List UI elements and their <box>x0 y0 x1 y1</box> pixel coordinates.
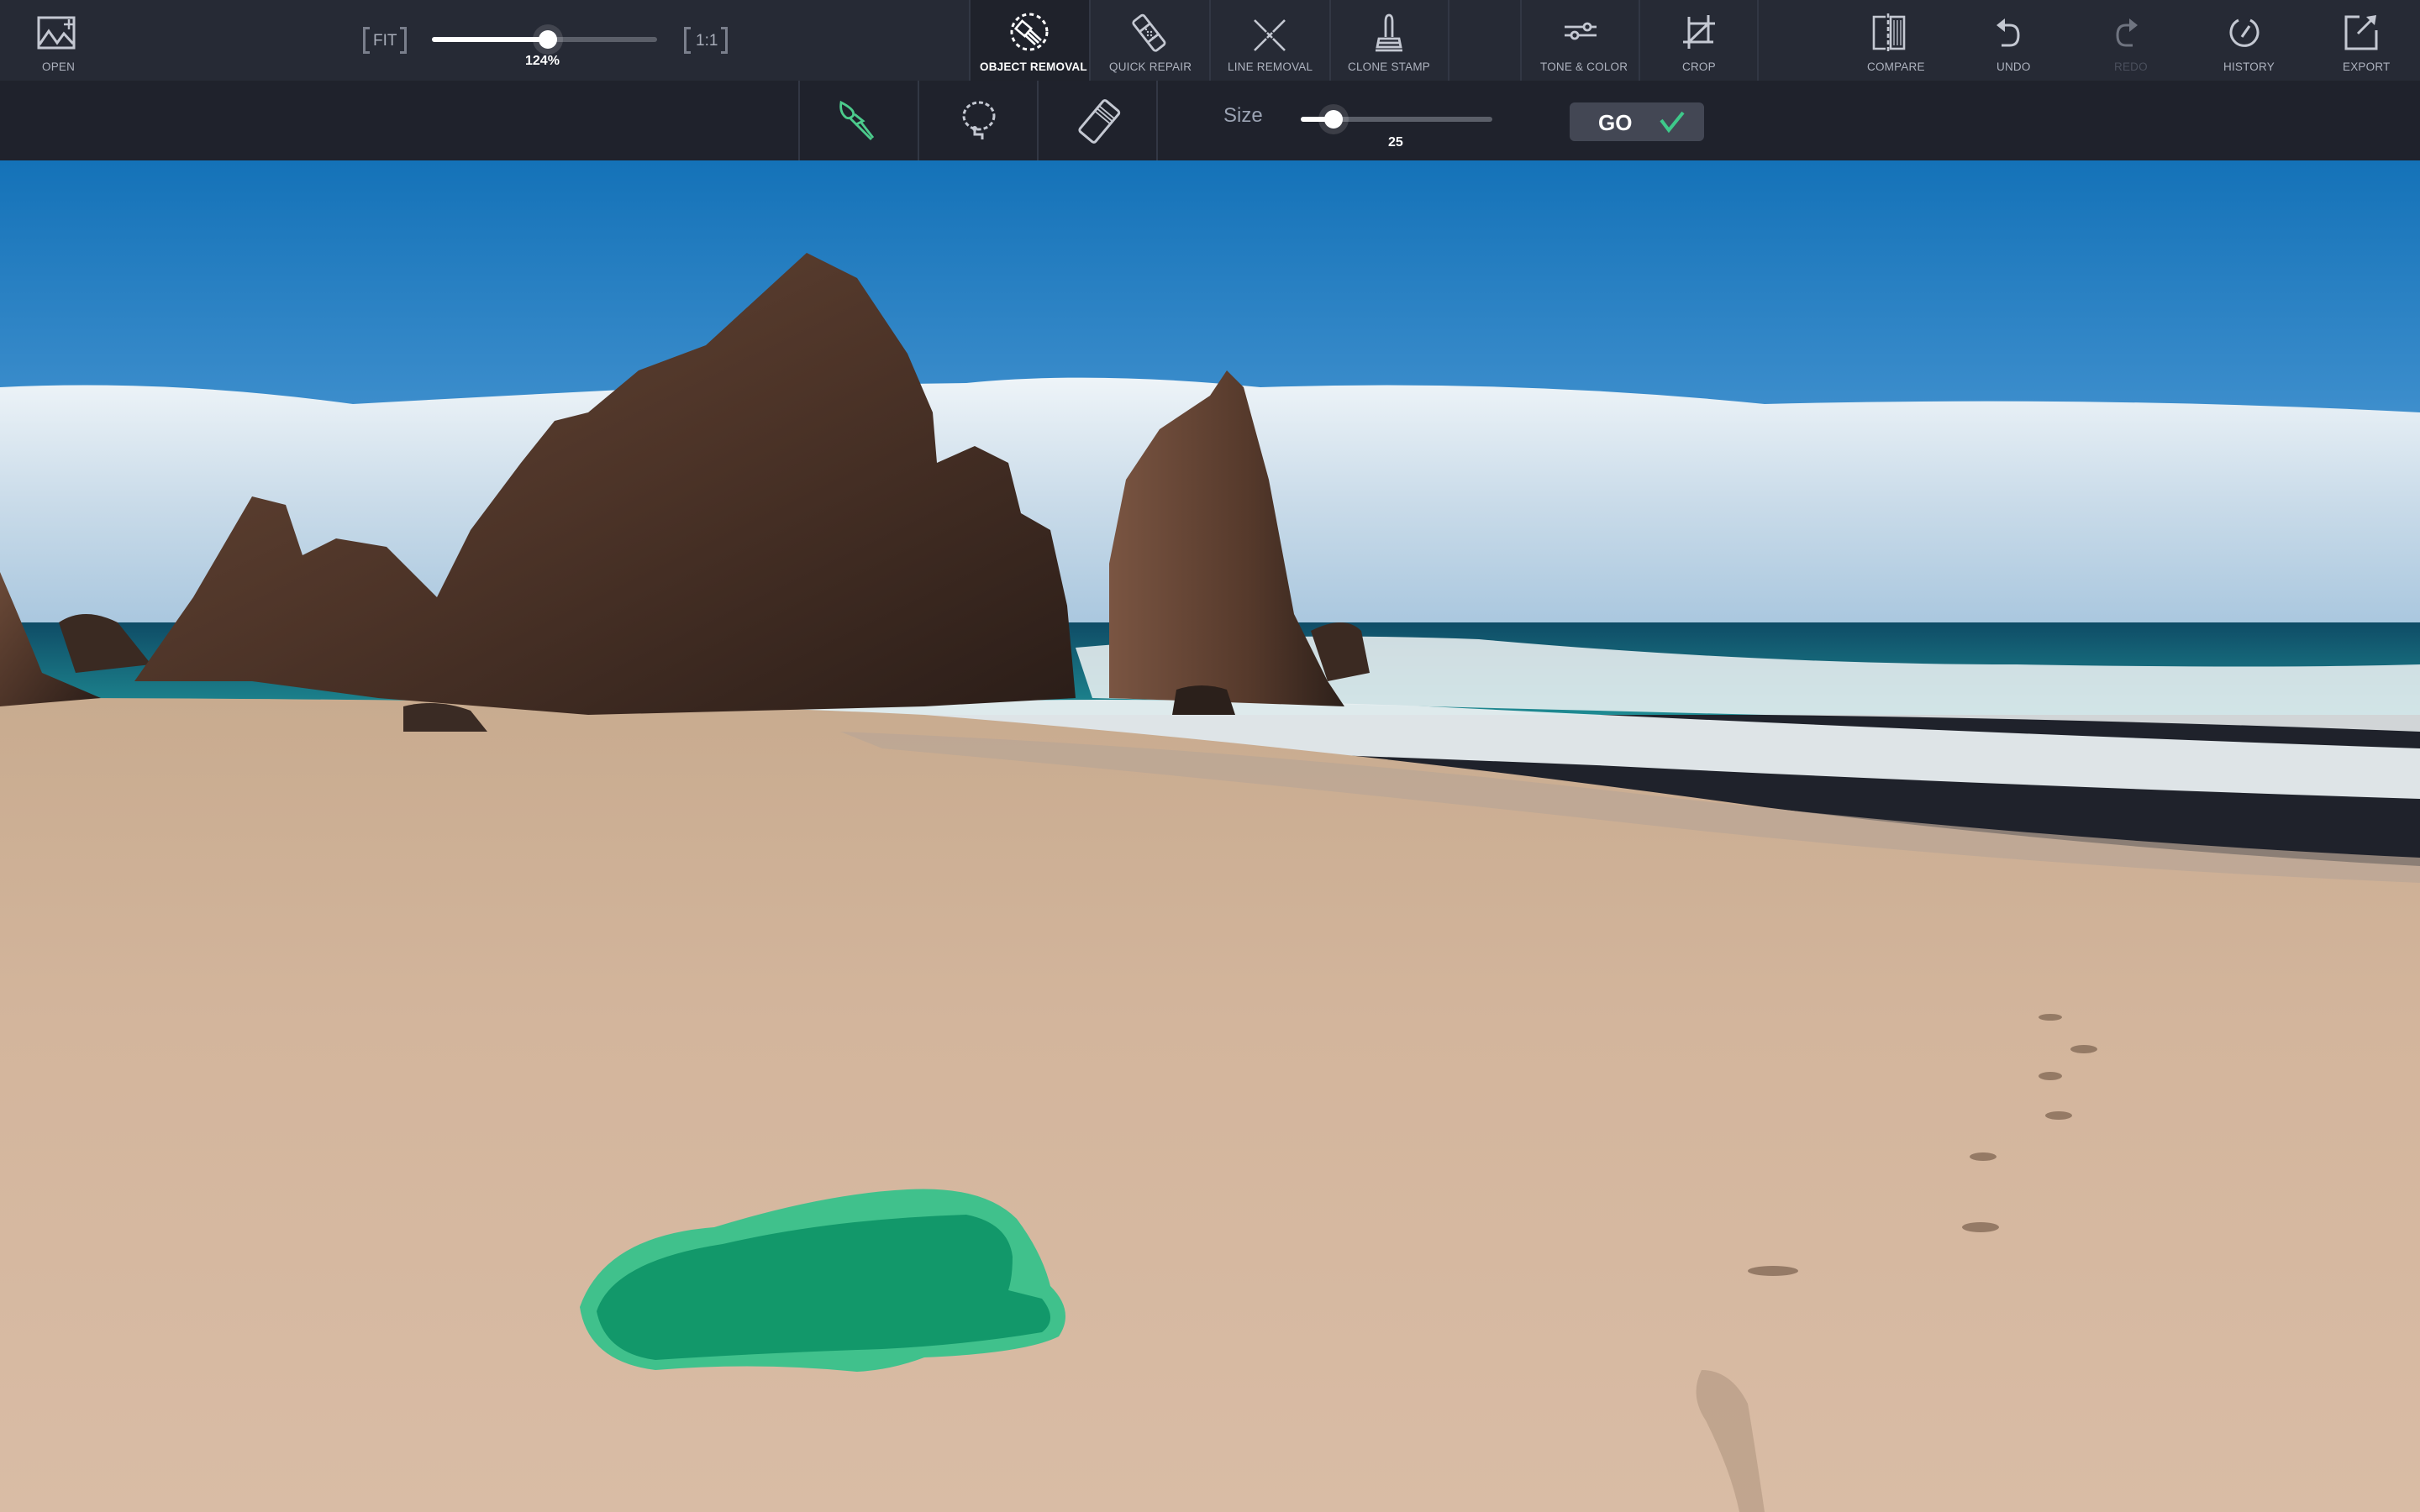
tool-tone-color[interactable]: TONE & COLOR <box>1522 0 1639 81</box>
export-button[interactable]: EXPORT <box>2319 0 2403 81</box>
history-button[interactable]: HISTORY <box>2202 0 2286 81</box>
zoom-one-to-one-button[interactable]: 1:1 <box>684 27 728 54</box>
bracket-left <box>684 27 691 54</box>
compare-button[interactable]: COMPARE <box>1849 0 1933 81</box>
tool-label: CROP <box>1682 60 1716 73</box>
brush-icon <box>839 100 875 140</box>
history-label: HISTORY <box>2223 60 2275 73</box>
open-button[interactable]: OPEN <box>18 0 99 81</box>
sand <box>0 698 2420 1512</box>
tool-label: TONE & COLOR <box>1540 60 1628 73</box>
history-icon <box>2229 18 2260 47</box>
tool-clone-stamp[interactable]: CLONE STAMP <box>1331 0 1448 81</box>
zoom-slider-fill <box>432 37 549 42</box>
size-label: Size <box>1223 104 1263 127</box>
tool-label: LINE REMOVAL <box>1228 60 1313 73</box>
stamp-icon <box>1376 13 1402 52</box>
eraser-icon <box>1078 99 1121 144</box>
tool-object-removal[interactable]: OBJECT REMOVAL <box>971 0 1089 81</box>
tool-label: OBJECT REMOVAL <box>980 60 1087 73</box>
go-label: GO <box>1598 110 1633 135</box>
beach-photo <box>0 160 2420 1512</box>
image-canvas[interactable] <box>0 160 2420 1512</box>
line-removal-icon <box>1254 19 1286 51</box>
bracket-right <box>400 27 407 54</box>
bandage-icon <box>1132 13 1166 52</box>
lasso-icon <box>962 101 996 139</box>
divider <box>1448 0 1449 81</box>
tool-line-removal[interactable]: LINE REMOVAL <box>1211 0 1329 81</box>
checkmark-icon <box>1660 111 1685 134</box>
tool-crop[interactable]: CROP <box>1640 0 1757 81</box>
redo-button[interactable]: REDO <box>2084 0 2168 81</box>
divider <box>1757 0 1759 81</box>
redo-label: REDO <box>2114 60 2148 73</box>
one-to-one-label: 1:1 <box>696 32 718 50</box>
open-label: OPEN <box>42 60 76 73</box>
sliders-icon <box>1565 22 1597 40</box>
compare-icon <box>1872 13 1906 52</box>
fit-label: FIT <box>373 32 397 50</box>
brush-tool-button[interactable] <box>800 81 919 160</box>
size-value: 25 <box>1388 135 1403 150</box>
tool-quick-repair[interactable]: QUICK REPAIR <box>1091 0 1209 81</box>
size-slider-knob[interactable] <box>1323 110 1343 129</box>
zoom-fit-button[interactable]: FIT <box>363 27 407 54</box>
bracket-left <box>363 27 370 54</box>
object-removal-icon <box>1010 13 1049 51</box>
export-label: EXPORT <box>2343 60 2391 73</box>
zoom-value: 124% <box>525 54 560 68</box>
eraser-tool-button[interactable] <box>1039 81 1158 160</box>
object-removal-options-bar <box>0 81 2420 160</box>
rock-small <box>1172 685 1235 715</box>
lasso-tool-button[interactable] <box>919 81 1039 160</box>
open-image-icon <box>37 16 76 50</box>
tool-label: QUICK REPAIR <box>1109 60 1192 73</box>
compare-label: COMPARE <box>1867 60 1925 73</box>
zoom-slider-knob[interactable] <box>539 30 558 49</box>
crop-icon <box>1683 15 1715 49</box>
undo-button[interactable]: UNDO <box>1966 0 2050 81</box>
brush-size-slider[interactable] <box>1301 104 1494 134</box>
go-button[interactable]: GO <box>1570 102 1704 141</box>
undo-label: UNDO <box>1996 60 2031 73</box>
main-toolbar: OPEN FIT 124% 1:1 OBJECT REMOVAL QUICK R… <box>0 0 2420 81</box>
undo-icon <box>1996 18 2020 47</box>
bracket-right <box>721 27 728 54</box>
zoom-slider[interactable] <box>432 24 659 55</box>
tool-label: CLONE STAMP <box>1348 60 1430 73</box>
export-icon <box>2344 15 2378 50</box>
redo-icon <box>2116 18 2138 47</box>
